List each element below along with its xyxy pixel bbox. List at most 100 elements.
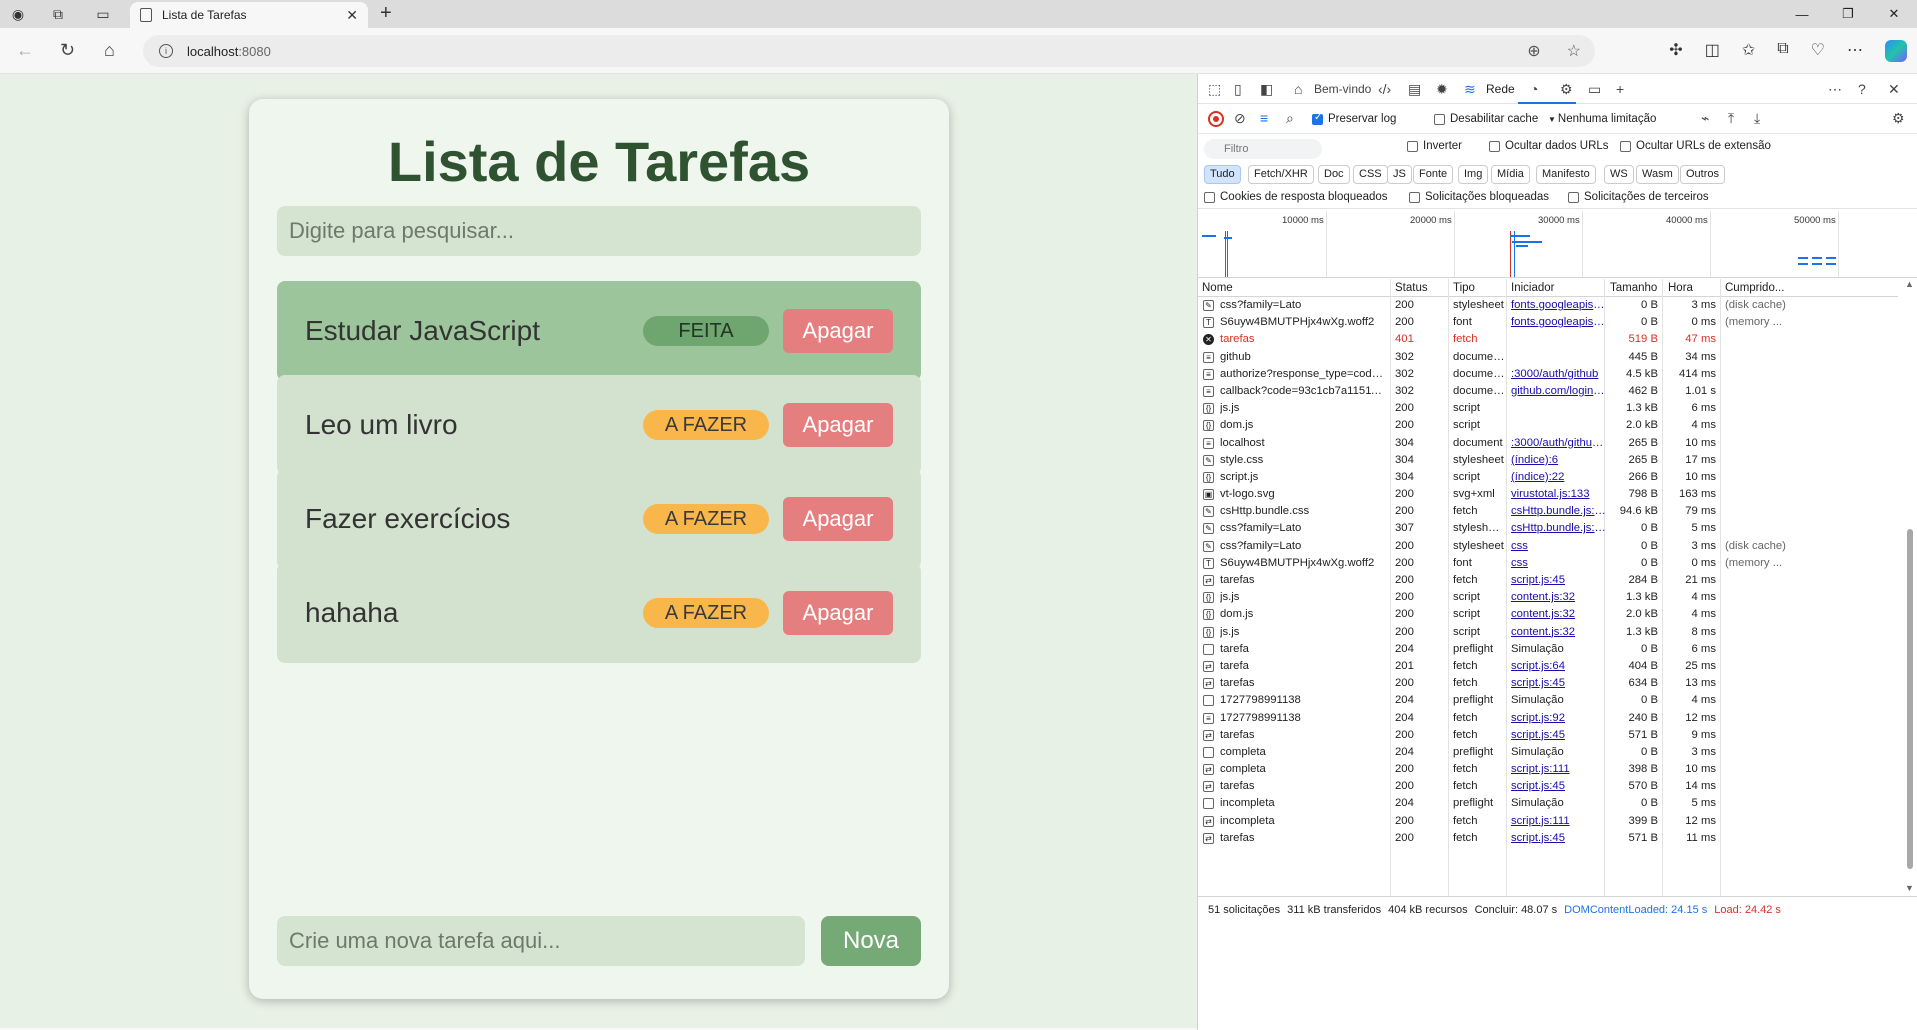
request-initiator[interactable]: csHttp.bundle.js:72 xyxy=(1511,505,1606,517)
request-row[interactable]: ≡ authorize?response_type=code&redi... 302… xyxy=(1198,366,1898,383)
request-initiator[interactable]: script.js:45 xyxy=(1511,780,1606,792)
scroll-thumb[interactable] xyxy=(1907,529,1913,869)
sources-bug-icon[interactable]: ✹ xyxy=(1436,81,1448,98)
search-icon[interactable]: ⌕ xyxy=(1286,110,1294,127)
chip-img[interactable]: Img xyxy=(1458,165,1489,184)
request-initiator[interactable]: script.js:64 xyxy=(1511,660,1606,672)
new-task-input[interactable] xyxy=(277,916,805,966)
request-row[interactable]: ⇄ tarefas 200 fetch script.js:45 571 B 9 ms xyxy=(1198,727,1898,744)
request-row[interactable]: ⇄ incompleta 200 fetch script.js:111 399 B 12 … xyxy=(1198,813,1898,830)
request-row[interactable]: {} js.js 200 script content.js:32 1.3 kB 4 ms xyxy=(1198,589,1898,606)
more-menu-icon[interactable]: ⋯ xyxy=(1847,40,1863,62)
tab-actions-icon[interactable]: ▭ xyxy=(93,4,113,24)
request-initiator[interactable]: content.js:32 xyxy=(1511,608,1606,620)
site-info-icon[interactable]: i xyxy=(159,44,173,58)
checkbox[interactable] xyxy=(1620,140,1631,152)
request-initiator[interactable]: script.js:111 xyxy=(1511,763,1606,775)
request-initiator[interactable]: :3000/auth/github/ca xyxy=(1511,437,1606,449)
workspaces-icon[interactable]: ⧉ xyxy=(48,4,68,24)
request-row[interactable]: ✎ css?family=Lato 307 styleshee... csHttp.bu… xyxy=(1198,520,1898,537)
dock-icon[interactable]: ◧ xyxy=(1260,81,1273,98)
request-initiator[interactable]: script.js:45 xyxy=(1511,677,1606,689)
request-initiator[interactable]: virustotal.js:133 xyxy=(1511,488,1606,500)
performance-icon[interactable]: ◔ xyxy=(1530,81,1538,97)
request-row[interactable]: ✎ csHttp.bundle.css 200 fetch csHttp.bundle.… xyxy=(1198,503,1898,520)
inspect-icon[interactable]: ⬚ xyxy=(1208,81,1221,98)
close-devtools-icon[interactable]: ✕ xyxy=(1888,81,1900,98)
request-row[interactable]: ✎ css?family=Lato 200 stylesheet css 0 B 3 ms (… xyxy=(1198,538,1898,555)
tab-network[interactable]: Rede xyxy=(1486,82,1515,96)
request-row[interactable]: completa 204 preflight Simulação 0 B 3 ms xyxy=(1198,744,1898,761)
profile-avatar-icon[interactable]: ◉ xyxy=(8,4,28,24)
request-initiator[interactable]: script.js:45 xyxy=(1511,729,1606,741)
filter-input[interactable]: Filtro xyxy=(1204,139,1322,159)
chip-css[interactable]: CSS xyxy=(1353,165,1388,184)
request-row[interactable]: 1727798991138 204 preflight Simulação 0 B 4 m… xyxy=(1198,692,1898,709)
chip-wasm[interactable]: Wasm xyxy=(1636,165,1679,184)
chip-tudo[interactable]: Tudo xyxy=(1204,165,1241,184)
favorite-star-icon[interactable]: ☆ xyxy=(1567,41,1581,61)
task-status-badge[interactable]: A FAZER xyxy=(643,410,769,440)
extensions-icon[interactable]: ✣ xyxy=(1669,40,1682,62)
request-initiator[interactable]: script.js:92 xyxy=(1511,712,1606,724)
request-row[interactable]: ≡ 1727798991138 204 fetch script.js:92 240 B 1… xyxy=(1198,710,1898,727)
close-window-icon[interactable]: ✕ xyxy=(1871,0,1917,28)
request-initiator[interactable]: (índice):22 xyxy=(1511,471,1606,483)
request-row[interactable]: {} dom.js 200 script content.js:32 2.0 kB 4 ms xyxy=(1198,606,1898,623)
collections-icon[interactable]: ⧉ xyxy=(1777,40,1788,62)
invert-checkbox[interactable]: Inverter xyxy=(1407,140,1462,152)
request-row[interactable]: {} script.js 304 script (índice):22 266 B 10 m… xyxy=(1198,469,1898,486)
request-row[interactable]: ≡ github 302 documen... 445 B 34 ms xyxy=(1198,349,1898,366)
task-status-badge[interactable]: A FAZER xyxy=(643,504,769,534)
col-name[interactable]: Nome xyxy=(1202,282,1233,294)
chip-js[interactable]: JS xyxy=(1387,165,1412,184)
request-initiator[interactable]: content.js:32 xyxy=(1511,591,1606,603)
request-initiator[interactable]: script.js:45 xyxy=(1511,832,1606,844)
chip-fonte[interactable]: Fonte xyxy=(1413,165,1454,184)
third-party-checkbox[interactable]: Solicitações de terceiros xyxy=(1568,191,1709,203)
more-options-icon[interactable]: ⋯ xyxy=(1828,81,1842,98)
hide-data-urls-checkbox[interactable]: Ocultar dados URLs xyxy=(1489,140,1609,152)
blocked-cookies-checkbox[interactable]: Cookies de resposta bloqueados xyxy=(1204,191,1388,203)
request-initiator[interactable]: script.js:45 xyxy=(1511,574,1606,586)
device-emulation-icon[interactable]: ▯ xyxy=(1234,81,1242,98)
request-initiator[interactable]: fonts.googleapis.com xyxy=(1511,316,1606,328)
request-row[interactable]: T S6uyw4BMUTPHjx4wXg.woff2 200 font css 0 B 0 … xyxy=(1198,555,1898,572)
col-initiator[interactable]: Iniciador xyxy=(1511,282,1554,294)
network-settings-icon[interactable]: ⚙ xyxy=(1892,110,1905,127)
application-icon[interactable]: ▭ xyxy=(1588,81,1601,98)
requests-scrollbar[interactable]: ▲ ▼ xyxy=(1904,279,1916,896)
network-overview-timeline[interactable]: 10000 ms 20000 ms 30000 ms 40000 ms 5000… xyxy=(1198,208,1917,278)
export-har-icon[interactable]: ⤓ xyxy=(1754,110,1760,127)
request-row[interactable]: {} js.js 200 script content.js:32 1.3 kB 8 ms xyxy=(1198,624,1898,641)
request-initiator[interactable]: (índice):6 xyxy=(1511,454,1606,466)
request-row[interactable]: incompleta 204 preflight Simulação 0 B 5 ms xyxy=(1198,795,1898,812)
request-row[interactable]: ⇄ tarefas 200 fetch script.js:45 570 B 14 ms xyxy=(1198,778,1898,795)
checkbox-checked[interactable] xyxy=(1312,112,1323,125)
search-input[interactable] xyxy=(277,206,921,256)
chip-midia[interactable]: Mídia xyxy=(1491,165,1530,184)
request-initiator[interactable]: css xyxy=(1511,557,1606,569)
chip-fetch-xhr[interactable]: Fetch/XHR xyxy=(1248,165,1314,184)
elements-tab-icon[interactable]: ‹/› xyxy=(1378,81,1391,97)
request-initiator[interactable]: fonts.googleapis.com xyxy=(1511,299,1606,311)
request-row[interactable]: tarefa 204 preflight Simulação 0 B 6 ms xyxy=(1198,641,1898,658)
back-icon[interactable]: ← xyxy=(16,40,34,61)
console-tab-icon[interactable]: ▤ xyxy=(1408,81,1421,98)
chip-doc[interactable]: Doc xyxy=(1318,165,1350,184)
url-field[interactable]: i localhost:8080 ⊕ ☆ xyxy=(143,35,1595,67)
request-row[interactable]: ⇄ tarefas 200 fetch script.js:45 571 B 11 ms xyxy=(1198,830,1898,847)
request-row[interactable]: ≡ localhost 304 document:3000/auth/github/c… xyxy=(1198,435,1898,452)
record-icon[interactable] xyxy=(1208,111,1224,127)
delete-button[interactable]: Apagar xyxy=(783,497,893,541)
checkbox[interactable] xyxy=(1407,140,1418,152)
request-row[interactable]: ⇄ tarefas 200 fetch script.js:45 634 B 13 ms xyxy=(1198,675,1898,692)
copilot-icon[interactable] xyxy=(1885,40,1907,62)
favorites-icon[interactable]: ✩ xyxy=(1742,40,1755,62)
request-row[interactable]: {} dom.js 200 script 2.0 kB 4 ms xyxy=(1198,417,1898,434)
request-row[interactable]: ⇄ tarefa 201 fetch script.js:64 404 B 25 ms xyxy=(1198,658,1898,675)
refresh-icon[interactable]: ↻ xyxy=(60,40,75,61)
close-tab-icon[interactable]: ✕ xyxy=(346,7,358,24)
minimize-icon[interactable]: — xyxy=(1779,0,1825,28)
disable-cache-checkbox[interactable]: Desabilitar cache xyxy=(1434,113,1538,125)
